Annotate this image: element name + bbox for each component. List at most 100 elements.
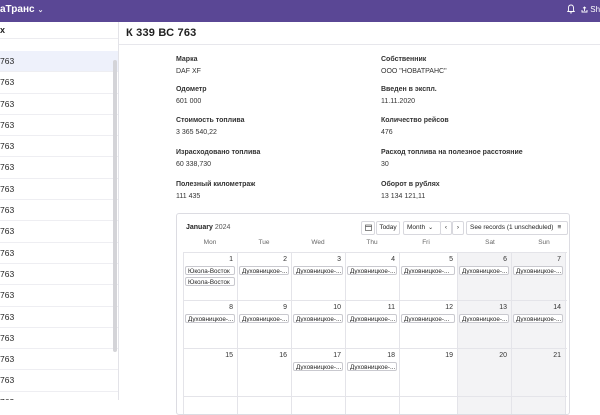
day-number: 15 xyxy=(225,352,233,359)
calendar-day-cell[interactable]: 12 Духовницкое-... xyxy=(399,300,457,348)
day-number: 13 xyxy=(499,304,507,311)
fuel-cost-value[interactable]: 3 365 540,22 xyxy=(176,129,217,136)
next-month-button[interactable]: › xyxy=(452,221,464,235)
calendar-day-cell[interactable]: 3 Духовницкое-... xyxy=(291,252,345,300)
list-item[interactable]: 763 xyxy=(0,221,118,243)
day-number: 18 xyxy=(387,352,395,359)
weekday-label: Tue xyxy=(258,239,270,246)
fuel-rate-value[interactable]: 30 xyxy=(381,161,389,168)
calendar-event[interactable]: Юкола-Восток xyxy=(185,277,235,286)
turnover-value[interactable]: 13 134 121,11 xyxy=(381,193,425,200)
prev-month-button[interactable]: ‹ xyxy=(440,221,452,235)
calendar-day-cell[interactable]: 20 xyxy=(457,348,511,396)
weekday-label: Fri xyxy=(422,239,430,246)
calendar-day-cell[interactable]: 15 xyxy=(183,348,237,396)
view-select[interactable]: Month ⌄ xyxy=(403,221,441,235)
calendar-day-cell[interactable]: 11 Духовницкое-... xyxy=(345,300,399,348)
calendar-event[interactable]: Духовницкое-... xyxy=(347,362,397,371)
chevron-down-icon: ⌄ xyxy=(428,225,434,231)
calendar-event[interactable]: Духовницкое-... xyxy=(185,314,235,323)
calendar-day-cell[interactable]: 16 xyxy=(237,348,291,396)
calendar-year: 2024 xyxy=(214,224,231,231)
list-item[interactable]: 763 xyxy=(0,94,118,115)
calendar-day-cell[interactable]: 13 Духовницкое-... xyxy=(457,300,511,348)
calendar-event[interactable]: Духовницкое-... xyxy=(293,314,343,323)
sidebar-scrollbar[interactable] xyxy=(113,60,117,352)
calendar-event[interactable]: Духовницкое-... xyxy=(347,314,397,323)
calendar-day-cell[interactable]: 9 Духовницкое-... xyxy=(237,300,291,348)
app-switcher[interactable]: аТранс ⌄ xyxy=(0,4,43,15)
owner-label: Собственник xyxy=(381,56,427,63)
list-item[interactable]: 763 xyxy=(0,328,118,350)
fuel-cost-label: Стоимость топлива xyxy=(176,117,245,124)
trips-value[interactable]: 476 xyxy=(381,129,393,136)
calendar-day-cell[interactable]: 2 Духовницкое-... xyxy=(237,252,291,300)
list-item[interactable]: 763 xyxy=(0,115,118,137)
calendar-event[interactable]: Духовницкое-... xyxy=(459,314,509,323)
list-item[interactable]: 763 xyxy=(0,370,118,392)
list-item[interactable]: 763 xyxy=(0,392,118,400)
calendar-day-cell[interactable]: 5 Духовницкое-... xyxy=(399,252,457,300)
calendar-event[interactable]: Духовницкое-... xyxy=(239,314,289,323)
calendar-event[interactable]: Духовницкое-... xyxy=(401,266,455,275)
share-label: Sh xyxy=(590,5,600,14)
list-item[interactable]: 763 xyxy=(0,136,118,158)
calendar-event[interactable]: Юкола-Восток xyxy=(185,266,235,275)
owner-value[interactable]: ООО "НОВАТРАНС" xyxy=(381,68,447,75)
calendar-day-cell[interactable]: 1 Юкола-Восток Юкола-Восток xyxy=(183,252,237,300)
calendar-day-cell[interactable]: 18 Духовницкое-... xyxy=(345,348,399,396)
see-records-button[interactable]: See records (1 unscheduled) ≡ xyxy=(466,221,568,235)
share-button[interactable]: Sh xyxy=(581,5,600,14)
list-item[interactable]: 763 xyxy=(0,157,118,179)
calendar-day-cell[interactable]: 4 Духовницкое-... xyxy=(345,252,399,300)
day-number: 7 xyxy=(557,256,561,263)
brand-value[interactable]: DAF XF xyxy=(176,68,201,75)
fuel-used-value[interactable]: 60 338,730 xyxy=(176,161,211,168)
list-item[interactable]: 763 xyxy=(0,285,118,307)
list-item[interactable]: 763 xyxy=(0,51,118,73)
calendar-event[interactable]: Духовницкое-... xyxy=(459,266,509,275)
calendar-day-cell[interactable]: 7 Духовницкое-... xyxy=(511,252,565,300)
grid-line xyxy=(565,252,566,414)
grid-line xyxy=(183,396,567,397)
calendar-day-cell[interactable]: 17 Духовницкое-... xyxy=(291,348,345,396)
day-number: 16 xyxy=(279,352,287,359)
calendar-event[interactable]: Духовницкое-... xyxy=(239,266,289,275)
list-item[interactable]: 763 xyxy=(0,349,118,371)
top-bar: аТранс ⌄ Sh xyxy=(0,0,600,22)
date-picker-button[interactable] xyxy=(361,221,375,235)
calendar-event[interactable]: Духовницкое-... xyxy=(513,314,563,323)
calendar-icon xyxy=(364,224,372,231)
calendar-event[interactable]: Духовницкое-... xyxy=(293,362,343,371)
today-button[interactable]: Today xyxy=(376,221,400,235)
odometer-value[interactable]: 601 000 xyxy=(176,98,201,105)
day-number: 11 xyxy=(387,304,395,311)
calendar-day-cell[interactable]: 19 xyxy=(399,348,457,396)
list-item[interactable]: 763 xyxy=(0,243,118,264)
calendar-event[interactable]: Духовницкое-... xyxy=(513,266,563,275)
chevron-right-icon: › xyxy=(456,224,460,231)
day-number: 1 xyxy=(229,256,233,263)
calendar-day-cell[interactable]: 6 Духовницкое-... xyxy=(457,252,511,300)
calendar-event[interactable]: Духовницкое-... xyxy=(401,314,455,323)
useful-km-label: Полезный километраж xyxy=(176,181,256,188)
bell-icon[interactable] xyxy=(567,4,575,14)
list-item[interactable]: 763 xyxy=(0,307,118,328)
day-number: 21 xyxy=(553,352,561,359)
list-item[interactable]: 763 xyxy=(0,264,118,286)
view-select-value: Month xyxy=(407,224,426,231)
day-number: 10 xyxy=(333,304,341,311)
commissioned-label: Введен в экспл. xyxy=(381,86,437,93)
day-number: 9 xyxy=(283,304,287,311)
calendar-day-cell[interactable]: 21 xyxy=(511,348,565,396)
list-item[interactable]: 763 xyxy=(0,179,118,201)
commissioned-value[interactable]: 11.11.2020 xyxy=(381,98,415,105)
calendar-event[interactable]: Духовницкое-... xyxy=(293,266,343,275)
calendar-day-cell[interactable]: 10 Духовницкое-... xyxy=(291,300,345,348)
list-item[interactable]: 763 xyxy=(0,72,118,94)
calendar-day-cell[interactable]: 8 Духовницкое-... xyxy=(183,300,237,348)
list-item[interactable]: 763 xyxy=(0,200,118,222)
calendar-event[interactable]: Духовницкое-... xyxy=(347,266,397,275)
useful-km-value[interactable]: 111 435 xyxy=(176,193,200,200)
calendar-day-cell[interactable]: 14 Духовницкое-... xyxy=(511,300,565,348)
